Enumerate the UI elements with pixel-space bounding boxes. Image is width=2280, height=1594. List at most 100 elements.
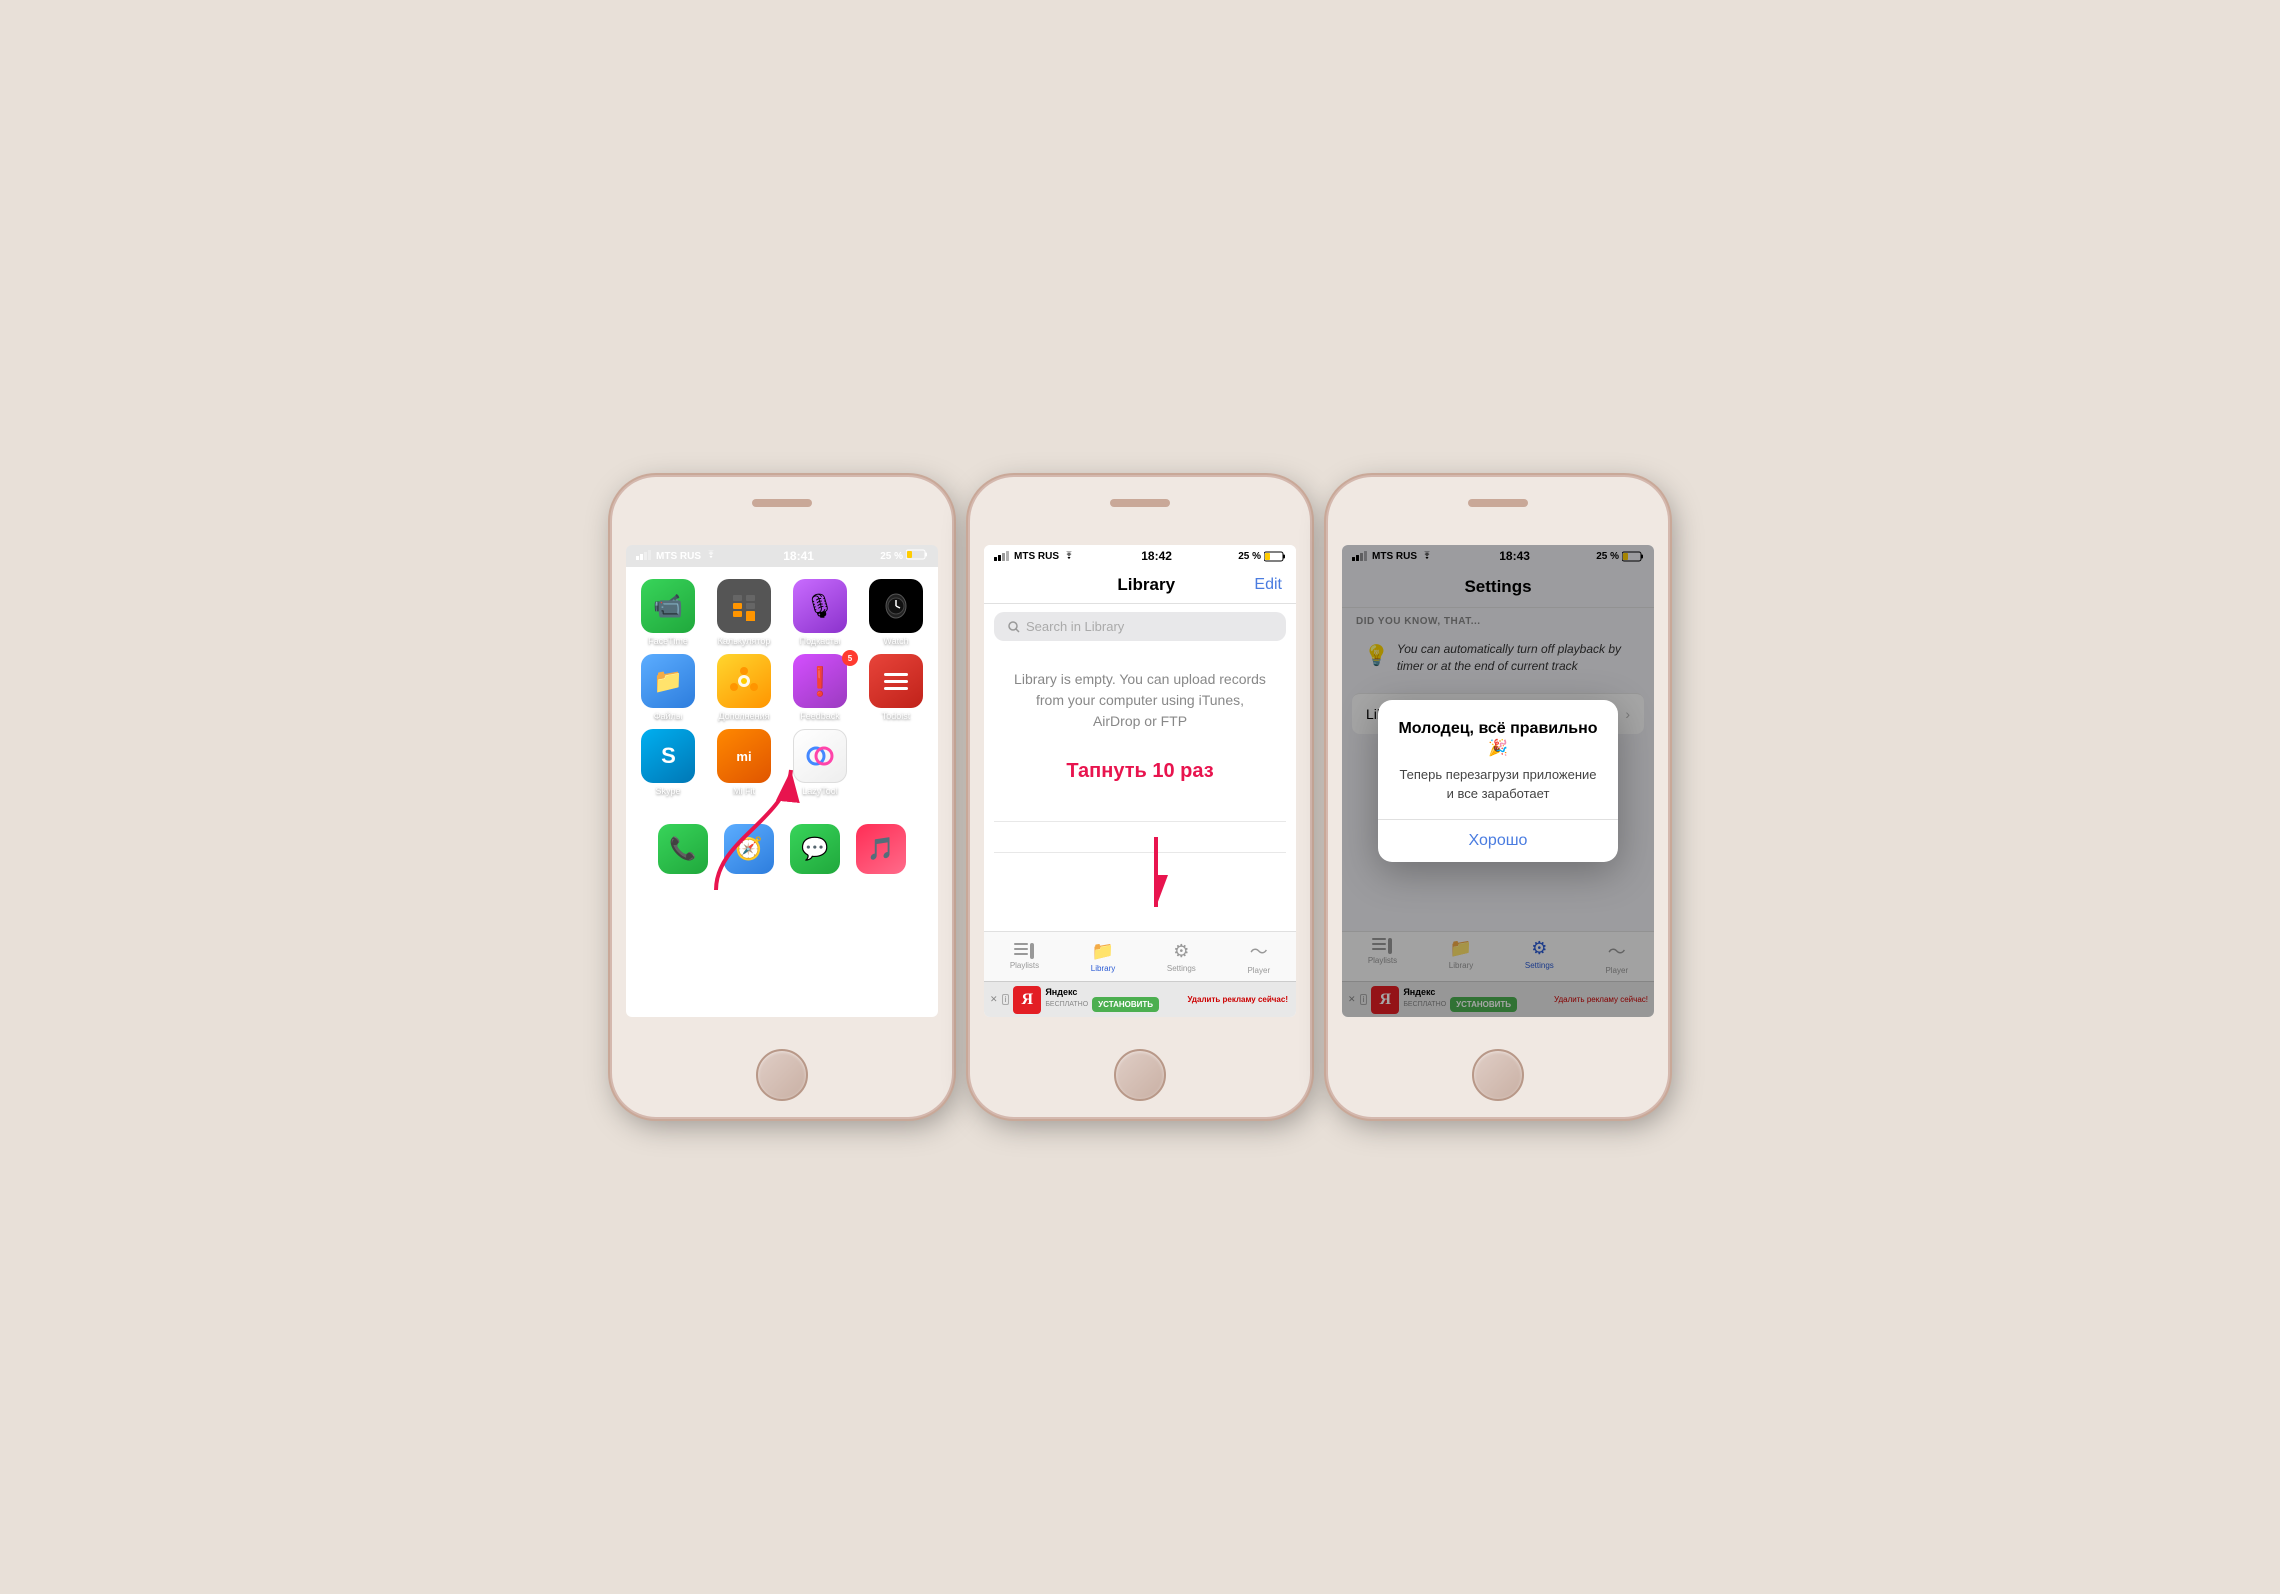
addons-icon (717, 654, 771, 708)
tab-player-label: Player (1247, 966, 1270, 975)
files-icon: 📁 (641, 654, 695, 708)
ad-text-2: Яндекс БЕСПЛАТНО УСТАНОВИТЬ (1045, 987, 1181, 1012)
page-dot-2 (779, 804, 785, 810)
modal-ok-button[interactable]: Хорошо (1398, 820, 1598, 862)
feedback-label: Feedback (800, 711, 840, 721)
phone-home-3[interactable] (1472, 1049, 1524, 1101)
calc-icon (717, 579, 771, 633)
library-nav: Library Edit (984, 567, 1296, 604)
battery-icon-1 (906, 549, 928, 563)
facetime-label: FaceTime (648, 636, 688, 646)
app-mifit[interactable]: mi Mi Fit (710, 729, 778, 796)
files-label: Файлы (654, 711, 683, 721)
phone-home-2[interactable] (1114, 1049, 1166, 1101)
tab-bar-2: Playlists 📁 Library ⚙ Settings 〜 Player (984, 931, 1296, 981)
tab-settings-label: Settings (1167, 964, 1196, 973)
library-empty-text: Library is empty. You can upload records… (984, 649, 1296, 752)
tab-library[interactable]: 📁 Library (1091, 941, 1115, 973)
phone-2: MTS RUS 18:42 25 % Library Edit Search i… (970, 477, 1310, 1117)
app-watch[interactable]: Watch (862, 579, 930, 646)
watch-label: Watch (883, 636, 908, 646)
status-left-1: MTS RUS (636, 550, 717, 563)
calc-label: Калькулятор (718, 636, 771, 646)
tab-playlists-label: Playlists (1010, 961, 1039, 970)
time-1: 18:41 (783, 549, 814, 563)
wifi-icon-1 (705, 550, 717, 563)
feedback-icon: ❗ (793, 654, 847, 708)
app-todoist[interactable]: Todoist (862, 654, 930, 721)
ad-remove-2[interactable]: Удалить рекламу сейчас! (1185, 993, 1290, 1006)
phone-speaker-3 (1468, 499, 1528, 507)
status-bar-2: MTS RUS 18:42 25 % (984, 545, 1296, 567)
podcasts-icon: 🎙 (793, 579, 847, 633)
watch-icon (869, 579, 923, 633)
phone-1-screen: MTS RUS 18:41 25 % 📹 Face (626, 545, 938, 1017)
library-title: Library (1117, 575, 1175, 595)
ad-yandex-logo-2: Я (1013, 986, 1041, 1014)
tab-library-label: Library (1091, 964, 1115, 973)
phone-speaker-1 (752, 499, 812, 507)
phone-home-1[interactable] (756, 1049, 808, 1101)
battery-2: 25 % (1238, 551, 1261, 562)
tab-settings[interactable]: ⚙ Settings (1167, 941, 1196, 973)
status-left-2: MTS RUS (994, 551, 1075, 562)
modal-body: Теперь перезагрузи приложение и все зара… (1398, 766, 1598, 802)
app-podcasts[interactable]: 🎙 Подкасты (786, 579, 854, 646)
tab-player[interactable]: 〜 Player (1247, 938, 1270, 975)
mifit-icon: mi (717, 729, 771, 783)
library-edit-button[interactable]: Edit (1254, 576, 1282, 594)
divider-2 (994, 852, 1286, 853)
app-facetime[interactable]: 📹 FaceTime (634, 579, 702, 646)
search-placeholder: Search in Library (1026, 619, 1124, 634)
todoist-label: Todoist (882, 711, 911, 721)
podcasts-label: Подкасты (800, 636, 841, 646)
tap-annotation: Тапнуть 10 раз (984, 752, 1296, 791)
divider-1 (994, 821, 1286, 822)
carrier-2: MTS RUS (1014, 551, 1059, 562)
mifit-label: Mi Fit (733, 786, 755, 796)
status-right-1: 25 % (880, 549, 928, 563)
phone-speaker-2 (1110, 499, 1170, 507)
carrier-1: MTS RUS (656, 551, 701, 562)
modal-title: Молодец, всё правильно 🎉 (1398, 720, 1598, 758)
page-dot-1 (768, 804, 774, 810)
phone-3: MTS RUS 18:43 25 % Settings DID YOU KNOW… (1328, 477, 1668, 1117)
skype-icon: S (641, 729, 695, 783)
lazytool-label: LazyTool (802, 786, 838, 796)
tab-playlists[interactable]: Playlists (1010, 943, 1039, 970)
todoist-icon (869, 654, 923, 708)
app-lazytool[interactable]: LazyTool (786, 729, 854, 796)
skype-label: Skype (655, 786, 680, 796)
app-addons[interactable]: Дополнения (710, 654, 778, 721)
feedback-badge: 5 (842, 650, 858, 666)
page-dots-1 (626, 804, 938, 810)
app-skype[interactable]: S Skype (634, 729, 702, 796)
dock-music[interactable]: 🎵 (856, 824, 906, 874)
dock-messages[interactable]: 💬 (790, 824, 840, 874)
app-grid: 📹 FaceTime Калькулятор 🎙 Подкасты (626, 571, 938, 804)
facetime-icon: 📹 (641, 579, 695, 633)
app-feedback[interactable]: ❗ 5 Feedback (786, 654, 854, 721)
ad-install-2[interactable]: УСТАНОВИТЬ (1092, 997, 1159, 1012)
phone-2-screen: MTS RUS 18:42 25 % Library Edit Search i… (984, 545, 1296, 1017)
battery-1: 25 % (880, 551, 903, 562)
page-dot-3 (790, 804, 796, 810)
status-bar-1: MTS RUS 18:41 25 % (626, 545, 938, 567)
phone-1: MTS RUS 18:41 25 % 📹 Face (612, 477, 952, 1117)
search-bar[interactable]: Search in Library (994, 612, 1286, 641)
app-files[interactable]: 📁 Файлы (634, 654, 702, 721)
ad-free-2: БЕСПЛАТНО (1045, 1001, 1088, 1008)
app-calculator[interactable]: Калькулятор (710, 579, 778, 646)
ad-title-2: Яндекс (1045, 987, 1181, 997)
modal-overlay: Молодец, всё правильно 🎉 Теперь перезагр… (1342, 545, 1654, 1017)
status-right-2: 25 % (1238, 551, 1286, 562)
addons-label: Дополнения (719, 711, 770, 721)
dock-phone[interactable]: 📞 (658, 824, 708, 874)
phones-container: MTS RUS 18:41 25 % 📹 Face (612, 477, 1668, 1117)
dock-safari[interactable]: 🧭 (724, 824, 774, 874)
time-2: 18:42 (1141, 549, 1172, 563)
signal-icon-1 (636, 550, 652, 563)
lazytool-icon (793, 729, 847, 783)
ad-banner-2: ✕ i Я Яндекс БЕСПЛАТНО УСТАНОВИТЬ Удалит… (984, 981, 1296, 1017)
red-arrow-2 (1116, 827, 1196, 927)
